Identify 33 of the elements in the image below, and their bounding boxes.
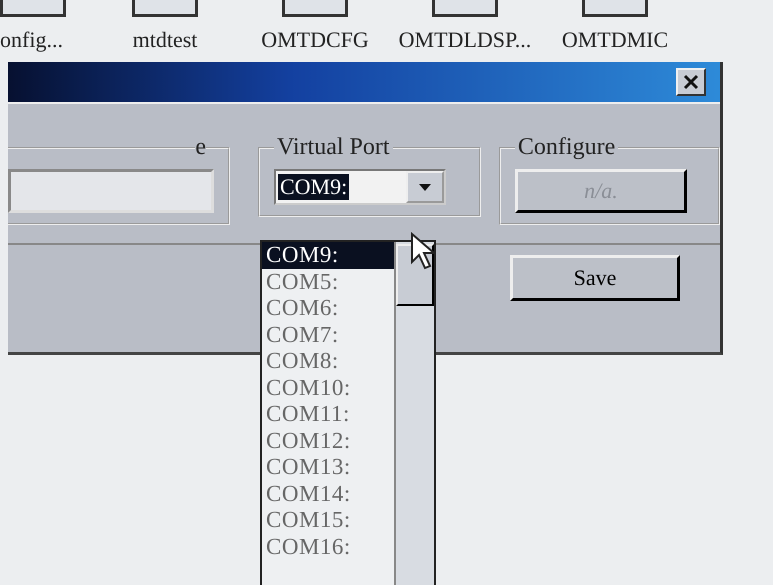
desktop-icon-label[interactable]: onfig... xyxy=(0,27,63,53)
port-option[interactable]: COM15: xyxy=(262,507,394,534)
port-dropdown[interactable]: COM9: xyxy=(274,169,446,205)
caret-icon xyxy=(419,184,431,190)
port-option[interactable]: COM7: xyxy=(262,322,394,348)
close-button[interactable] xyxy=(676,68,706,96)
desktop-icon-label[interactable]: OMTDCFG xyxy=(261,27,369,53)
port-option[interactable]: COM13: xyxy=(262,454,394,480)
port-option[interactable]: COM6: xyxy=(262,295,394,322)
group-label: Configure xyxy=(516,134,616,161)
port-option[interactable]: COM8: xyxy=(262,348,394,374)
desktop-icon[interactable] xyxy=(132,0,198,17)
dropdown-button[interactable] xyxy=(406,171,444,203)
port-option[interactable]: COM16: xyxy=(262,534,394,560)
save-button[interactable]: Save xyxy=(510,255,680,301)
text-field[interactable] xyxy=(8,169,214,213)
port-option[interactable]: COM5: xyxy=(262,268,394,295)
desktop-icon-label[interactable]: OMTDMIC xyxy=(562,27,668,53)
desktop-icon[interactable] xyxy=(282,0,348,17)
group-label: Virtual Port xyxy=(276,134,391,161)
desktop-icon-label[interactable]: OMTDLDSP... xyxy=(398,27,532,53)
group-label: e xyxy=(195,134,206,161)
desktop-icon[interactable] xyxy=(432,0,498,17)
desktop-icon[interactable] xyxy=(582,0,648,17)
port-option[interactable]: COM9: xyxy=(262,242,394,268)
desktop-icon[interactable] xyxy=(0,0,66,17)
port-option[interactable]: COM12: xyxy=(262,428,394,454)
port-option[interactable]: COM14: xyxy=(262,480,394,507)
close-icon xyxy=(682,73,700,91)
port-option[interactable]: COM11: xyxy=(262,401,394,428)
port-option[interactable]: COM10: xyxy=(262,374,394,401)
scrollbar[interactable] xyxy=(394,242,434,585)
desktop-icon-label[interactable]: mtdtest xyxy=(132,27,198,53)
